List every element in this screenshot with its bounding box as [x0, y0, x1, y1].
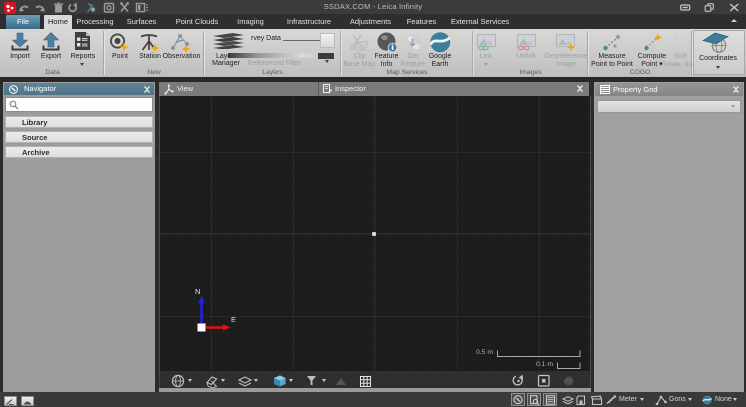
- svg-text:N: N: [195, 287, 200, 296]
- svg-text:E: E: [231, 315, 236, 324]
